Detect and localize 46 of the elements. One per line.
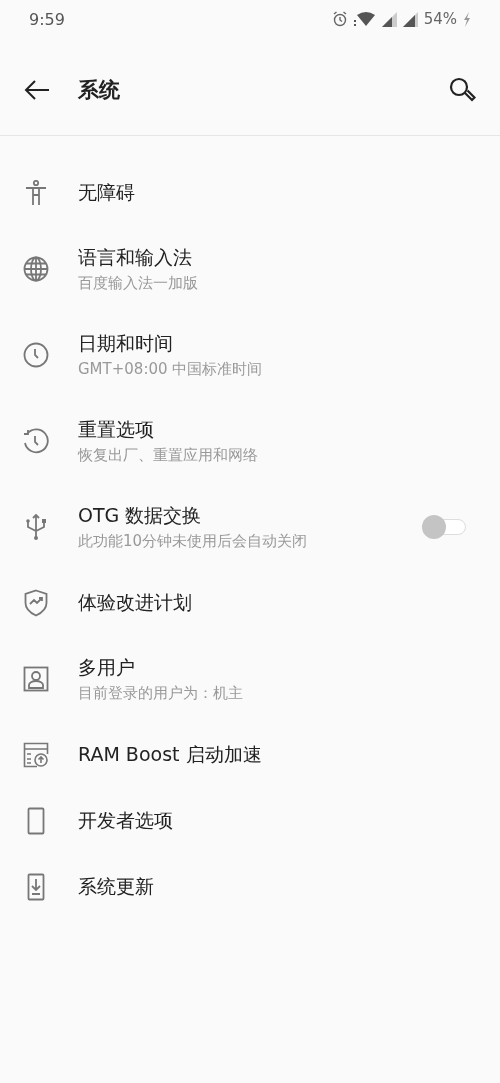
item-subtitle: 百度输入法一加版: [78, 274, 199, 293]
settings-item[interactable]: 日期和时间 GMT+08:00 中国标准时间: [0, 312, 500, 398]
item-title: 多用户: [78, 655, 136, 680]
back-icon[interactable]: [24, 79, 50, 100]
item-subtitle: 此功能10分钟未使用后会自动关闭: [78, 532, 309, 551]
settings-item[interactable]: 系统更新: [0, 854, 500, 920]
boost-icon: [23, 742, 49, 768]
item-title: 系统更新: [78, 874, 155, 899]
settings-item[interactable]: 多用户 目前登录的用户为：机主: [0, 636, 500, 722]
settings-item[interactable]: 语言和输入法 百度输入法一加版: [0, 226, 500, 312]
item-subtitle: 目前登录的用户为：机主: [78, 684, 244, 703]
item-title: 日期和时间: [78, 331, 174, 356]
clock-icon: [23, 342, 49, 368]
item-subtitle: 恢复出厂、重置应用和网络: [78, 446, 259, 465]
settings-item[interactable]: 体验改进计划: [0, 570, 500, 636]
item-title: 开发者选项: [78, 808, 174, 833]
item-title: 体验改进计划: [78, 590, 193, 615]
item-title: RAM Boost 启动加速: [78, 742, 263, 767]
charging-icon: [463, 11, 471, 27]
history-icon: [23, 428, 49, 454]
alarm-icon: [331, 11, 348, 27]
wifi-icon: [353, 11, 376, 27]
settings-item[interactable]: 重置选项 恢复出厂、重置应用和网络: [0, 398, 500, 484]
shield-icon: [24, 589, 48, 617]
search-icon[interactable]: [448, 75, 476, 104]
user-icon: [23, 666, 49, 692]
settings-item[interactable]: OTG 数据交换 此功能10分钟未使用后会自动关闭: [0, 484, 500, 570]
settings-item[interactable]: 开发者选项: [0, 788, 500, 854]
settings-item[interactable]: 无障碍: [0, 160, 500, 226]
download-icon: [27, 873, 45, 901]
signal-icon: [402, 11, 418, 27]
item-title: 无障碍: [78, 180, 136, 205]
status-time: 9:59: [29, 9, 65, 29]
settings-item[interactable]: RAM Boost 启动加速: [0, 722, 500, 788]
usb-icon: [25, 513, 47, 541]
toggle-switch[interactable]: [422, 515, 466, 539]
item-subtitle: GMT+08:00 中国标准时间: [78, 360, 264, 379]
page-title: 系统: [78, 76, 121, 104]
globe-icon: [23, 256, 49, 282]
battery-percent: 54%: [423, 10, 457, 28]
phone-icon: [27, 807, 45, 835]
item-title: 重置选项: [78, 417, 155, 442]
accessibility-icon: [24, 180, 48, 206]
item-title: 语言和输入法: [78, 245, 193, 270]
item-title: OTG 数据交换: [78, 503, 203, 528]
signal-icon: [381, 11, 397, 27]
